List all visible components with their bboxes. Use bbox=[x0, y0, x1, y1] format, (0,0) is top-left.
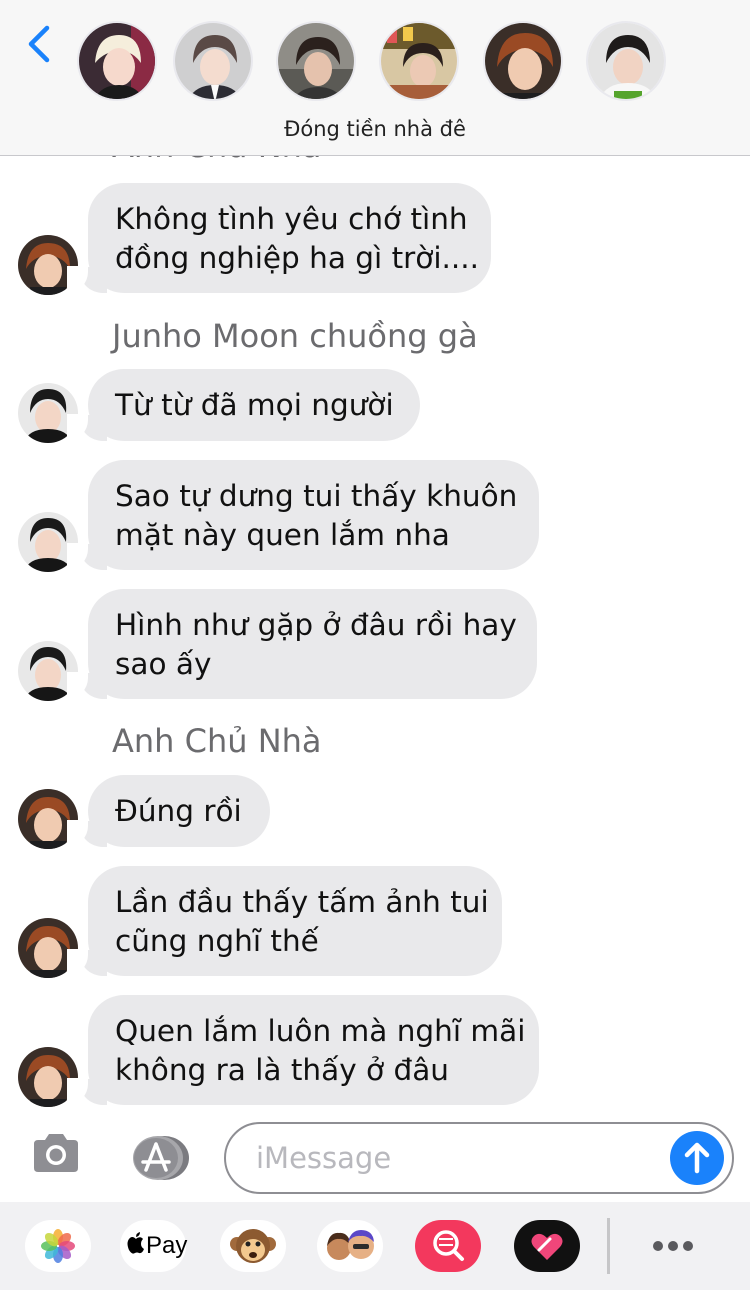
message-bubble[interactable]: Lần đầu thấy tấm ảnh tui cũng nghĩ thế bbox=[67, 866, 502, 976]
message-text-line: Từ từ đã mọi người bbox=[115, 388, 394, 422]
group-avatars[interactable] bbox=[77, 21, 677, 105]
more-icon bbox=[653, 1241, 693, 1251]
message-text-line: Đúng rồi bbox=[115, 794, 242, 828]
message-bubble[interactable]: Không tình yêu chớ tình đồng nghiệp ha g… bbox=[67, 183, 491, 293]
message-text-line: sao ấy bbox=[115, 647, 212, 681]
conversation-header: Đóng tiền nhà đê bbox=[0, 0, 750, 156]
message-text-line: cũng nghĩ thế bbox=[115, 924, 319, 958]
chevron-left-icon bbox=[28, 25, 50, 63]
message-bubble[interactable]: Từ từ đã mọi người bbox=[67, 369, 420, 441]
message-bubble[interactable]: Quen lắm luôn mà nghĩ mãi không ra là th… bbox=[67, 995, 539, 1105]
memoji-icon bbox=[327, 1230, 374, 1260]
photos-app-icon bbox=[41, 1229, 75, 1263]
message-text-line: Sao tự dưng tui thấy khuôn bbox=[115, 479, 518, 513]
digital-touch-icon bbox=[514, 1220, 580, 1272]
more-apps-button[interactable] bbox=[640, 1220, 706, 1272]
message-bubble[interactable]: Đúng rồi bbox=[67, 775, 270, 847]
message-text-line: đồng nghiệp ha gì trời.... bbox=[115, 241, 480, 275]
avatar[interactable] bbox=[173, 21, 253, 101]
memoji-button[interactable] bbox=[317, 1220, 383, 1272]
apple-pay-button[interactable]: Pay bbox=[120, 1220, 188, 1272]
app-store-icon bbox=[133, 1136, 189, 1180]
back-button[interactable] bbox=[22, 22, 62, 70]
sender-name: Anh Chủ Nhà bbox=[112, 722, 322, 760]
message-text-line: Lần đầu thấy tấm ảnh tui bbox=[115, 885, 489, 919]
apple-pay-label: Pay bbox=[146, 1232, 188, 1259]
conversation-title[interactable]: Đóng tiền nhà đê bbox=[0, 117, 750, 141]
sender-name: Junho Moon chuồng gà bbox=[112, 317, 478, 355]
camera-icon bbox=[34, 1134, 78, 1172]
message-text-line: mặt này quen lắm nha bbox=[115, 518, 450, 552]
animoji-button[interactable] bbox=[220, 1220, 286, 1272]
message-input[interactable]: iMessage bbox=[224, 1122, 734, 1194]
avatar[interactable] bbox=[379, 21, 459, 101]
app-drawer-divider bbox=[607, 1218, 610, 1274]
avatar[interactable] bbox=[276, 21, 356, 101]
avatar[interactable] bbox=[586, 21, 666, 101]
message-bubble[interactable]: Hình như gặp ở đâu rồi hay sao ấy bbox=[67, 589, 537, 699]
message-text-line: Quen lắm luôn mà nghĩ mãi bbox=[115, 1014, 526, 1048]
app-store-button[interactable] bbox=[126, 1134, 190, 1182]
animoji-icon bbox=[230, 1229, 276, 1263]
search-images-button[interactable] bbox=[415, 1220, 481, 1272]
digital-touch-button[interactable] bbox=[514, 1220, 580, 1272]
send-button[interactable] bbox=[670, 1131, 724, 1185]
message-text-line: Hình như gặp ở đâu rồi hay bbox=[115, 608, 517, 642]
avatar[interactable] bbox=[77, 21, 157, 101]
photos-app-button[interactable] bbox=[25, 1220, 91, 1272]
camera-button[interactable] bbox=[30, 1130, 82, 1178]
arrow-up-icon bbox=[684, 1142, 710, 1174]
search-images-icon bbox=[415, 1220, 481, 1272]
message-input-placeholder: iMessage bbox=[256, 1141, 392, 1175]
message-text-line: không ra là thấy ở đâu bbox=[115, 1053, 449, 1087]
message-bubble[interactable]: Sao tự dưng tui thấy khuôn mặt này quen … bbox=[67, 460, 539, 570]
message-text-line: Không tình yêu chớ tình bbox=[115, 202, 468, 236]
avatar[interactable] bbox=[483, 21, 563, 101]
message-list[interactable]: Anh Chủ Nhà Không tình yêu chớ tình đồng… bbox=[0, 0, 750, 1112]
